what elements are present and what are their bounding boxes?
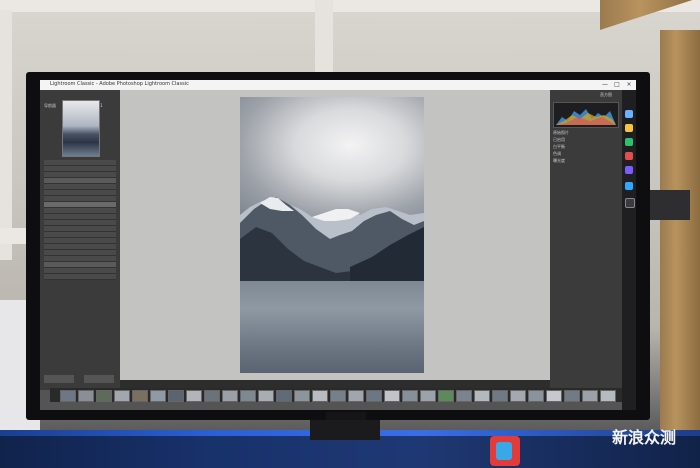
filmstrip-thumb[interactable] [474, 390, 490, 402]
filmstrip-thumb[interactable] [114, 390, 130, 402]
monitor-stand [310, 420, 380, 440]
maximize-icon[interactable]: □ [612, 81, 622, 88]
photo-preview[interactable] [240, 97, 424, 373]
navigator-thumbnail[interactable] [62, 100, 100, 157]
filmstrip-thumb[interactable] [492, 390, 508, 402]
filmstrip-thumb[interactable] [60, 390, 76, 402]
filmstrip-thumb[interactable] [600, 390, 616, 402]
minimize-icon[interactable]: — [600, 81, 610, 88]
filmstrip-thumb[interactable] [420, 390, 436, 402]
basic-panel: 原始照片 已启用 白平衡 色调 曝光度 [553, 130, 619, 165]
filmstrip-thumb[interactable] [96, 390, 112, 402]
filmstrip-thumb[interactable] [330, 390, 346, 402]
filmstrip-thumb[interactable] [78, 390, 94, 402]
filmstrip-thumb[interactable] [402, 390, 418, 402]
filmstrip-thumb[interactable] [582, 390, 598, 402]
filmstrip-thumb[interactable] [564, 390, 580, 402]
shelf-left-post [0, 10, 12, 260]
filmstrip-thumb[interactable] [258, 390, 274, 402]
develop-toolbar [120, 380, 550, 388]
filmstrip-thumb[interactable] [294, 390, 310, 402]
monitor-screen: Lightroom Classic - Adobe Photoshop Ligh… [40, 80, 636, 410]
filmstrip-thumb[interactable] [528, 390, 544, 402]
app-icon[interactable] [625, 110, 633, 118]
window-title: Lightroom Classic - Adobe Photoshop Ligh… [50, 81, 189, 87]
histogram-header: 直方图 [600, 92, 612, 97]
copy-button[interactable] [44, 375, 74, 383]
filmstrip-thumb[interactable] [546, 390, 562, 402]
monitor-chin [326, 412, 366, 420]
app-icon[interactable] [625, 152, 633, 160]
paste-button[interactable] [84, 375, 114, 383]
app-icon[interactable] [625, 138, 633, 146]
filmstrip-thumb[interactable] [348, 390, 364, 402]
wooden-post [660, 30, 700, 440]
desk-surface [0, 436, 700, 468]
filmstrip-thumb[interactable] [384, 390, 400, 402]
watermark-text: 新浪众测 [612, 428, 677, 447]
label-tone: 色调 [553, 151, 561, 156]
app-icon[interactable] [625, 166, 633, 174]
filmstrip-thumb[interactable] [438, 390, 454, 402]
filmstrip-thumb[interactable] [240, 390, 256, 402]
filmstrip-thumb[interactable] [222, 390, 238, 402]
app-icon[interactable] [625, 124, 633, 132]
blue-controller [496, 442, 512, 460]
left-panel: 导航器 适合 填满 1:1 [40, 90, 120, 390]
filmstrip-icon [50, 388, 622, 402]
label-exposure: 曝光度 [553, 158, 565, 163]
filmstrip-thumb[interactable] [276, 390, 292, 402]
tab-navigator[interactable]: 导航器 [44, 103, 56, 108]
panel-row[interactable] [44, 274, 116, 280]
side-taskbar [622, 90, 636, 410]
filmstrip-thumb[interactable] [312, 390, 328, 402]
shelf-top [0, 0, 700, 12]
filmstrip-thumb[interactable] [132, 390, 148, 402]
filmstrip-thumb[interactable] [168, 390, 184, 402]
filmstrip-thumb[interactable] [186, 390, 202, 402]
photo-lake [240, 281, 424, 373]
shelf-divider [315, 0, 333, 72]
filmstrip-thumb[interactable] [510, 390, 526, 402]
histogram-icon [553, 102, 619, 128]
filmstrip-thumb[interactable] [456, 390, 472, 402]
side-device [650, 190, 690, 220]
label-enabled: 已启用 [553, 137, 565, 142]
presets-list [44, 160, 116, 280]
app-icon[interactable] [625, 182, 633, 190]
app-icon[interactable] [625, 198, 635, 208]
close-icon[interactable]: × [624, 81, 634, 88]
filmstrip-thumb[interactable] [204, 390, 220, 402]
filmstrip-thumb[interactable] [150, 390, 166, 402]
label-white-balance: 白平衡 [553, 144, 565, 149]
filmstrip-thumb[interactable] [366, 390, 382, 402]
label-original: 原始照片 [553, 130, 569, 135]
